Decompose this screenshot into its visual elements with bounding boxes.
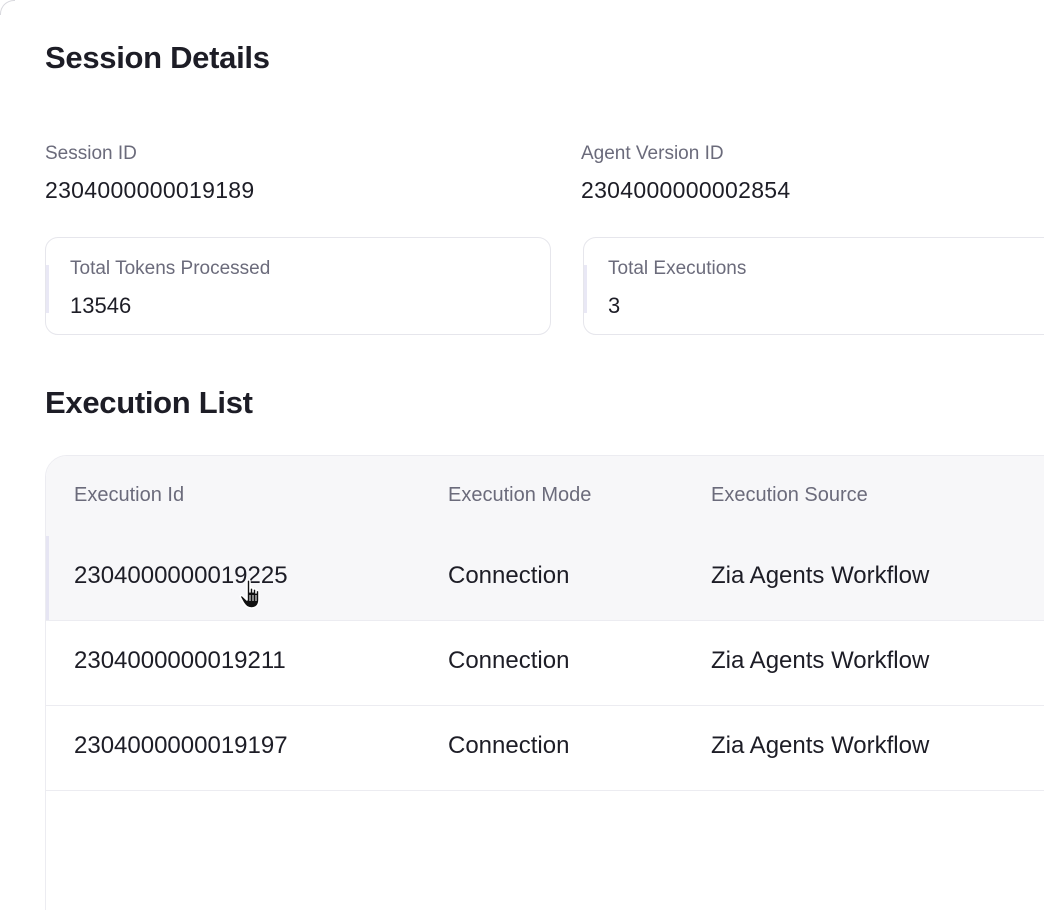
session-id-label: Session ID	[45, 143, 137, 164]
session-id-value: 2304000000019189	[45, 177, 255, 203]
row-accent	[46, 536, 49, 620]
execution-source-cell: Zia Agents Workflow	[711, 732, 930, 759]
table-row[interactable]: 2304000000019211 Connection Zia Agents W…	[46, 621, 1044, 706]
column-header-execution-mode[interactable]: Execution Mode	[448, 484, 591, 507]
page-title: Session Details	[45, 40, 270, 75]
execution-mode-cell: Connection	[448, 562, 570, 589]
total-tokens-card: Total Tokens Processed 13546	[45, 237, 551, 335]
table-row[interactable]: 2304000000019225 Connection Zia Agents W…	[46, 536, 1044, 621]
execution-list-title: Execution List	[45, 385, 253, 420]
total-executions-label: Total Executions	[608, 258, 747, 279]
execution-mode-cell: Connection	[448, 732, 570, 759]
table-header: Execution Id Execution Mode Execution So…	[46, 456, 1044, 536]
execution-id-cell[interactable]: 2304000000019197	[74, 732, 288, 760]
hand-pointer-icon	[239, 579, 260, 609]
agent-version-id-value: 2304000000002854	[581, 177, 791, 203]
panel-corner	[0, 0, 15, 15]
total-executions-value: 3	[608, 293, 621, 318]
execution-source-cell: Zia Agents Workflow	[711, 562, 930, 589]
total-executions-card: Total Executions 3	[583, 237, 1044, 335]
execution-table: Execution Id Execution Mode Execution So…	[45, 455, 1044, 910]
total-tokens-value: 13546	[70, 293, 132, 318]
execution-mode-cell: Connection	[448, 647, 570, 674]
card-accent	[46, 265, 49, 313]
session-details-panel: Session Details Session ID 2304000000019…	[0, 0, 1044, 910]
card-accent	[584, 265, 587, 313]
column-header-execution-source[interactable]: Execution Source	[711, 484, 868, 507]
column-header-execution-id[interactable]: Execution Id	[74, 484, 184, 507]
agent-version-id-label: Agent Version ID	[581, 143, 724, 164]
total-tokens-label: Total Tokens Processed	[70, 258, 271, 279]
execution-id-cell[interactable]: 2304000000019211	[74, 647, 286, 675]
execution-source-cell: Zia Agents Workflow	[711, 647, 930, 674]
table-row[interactable]: 2304000000019197 Connection Zia Agents W…	[46, 706, 1044, 791]
